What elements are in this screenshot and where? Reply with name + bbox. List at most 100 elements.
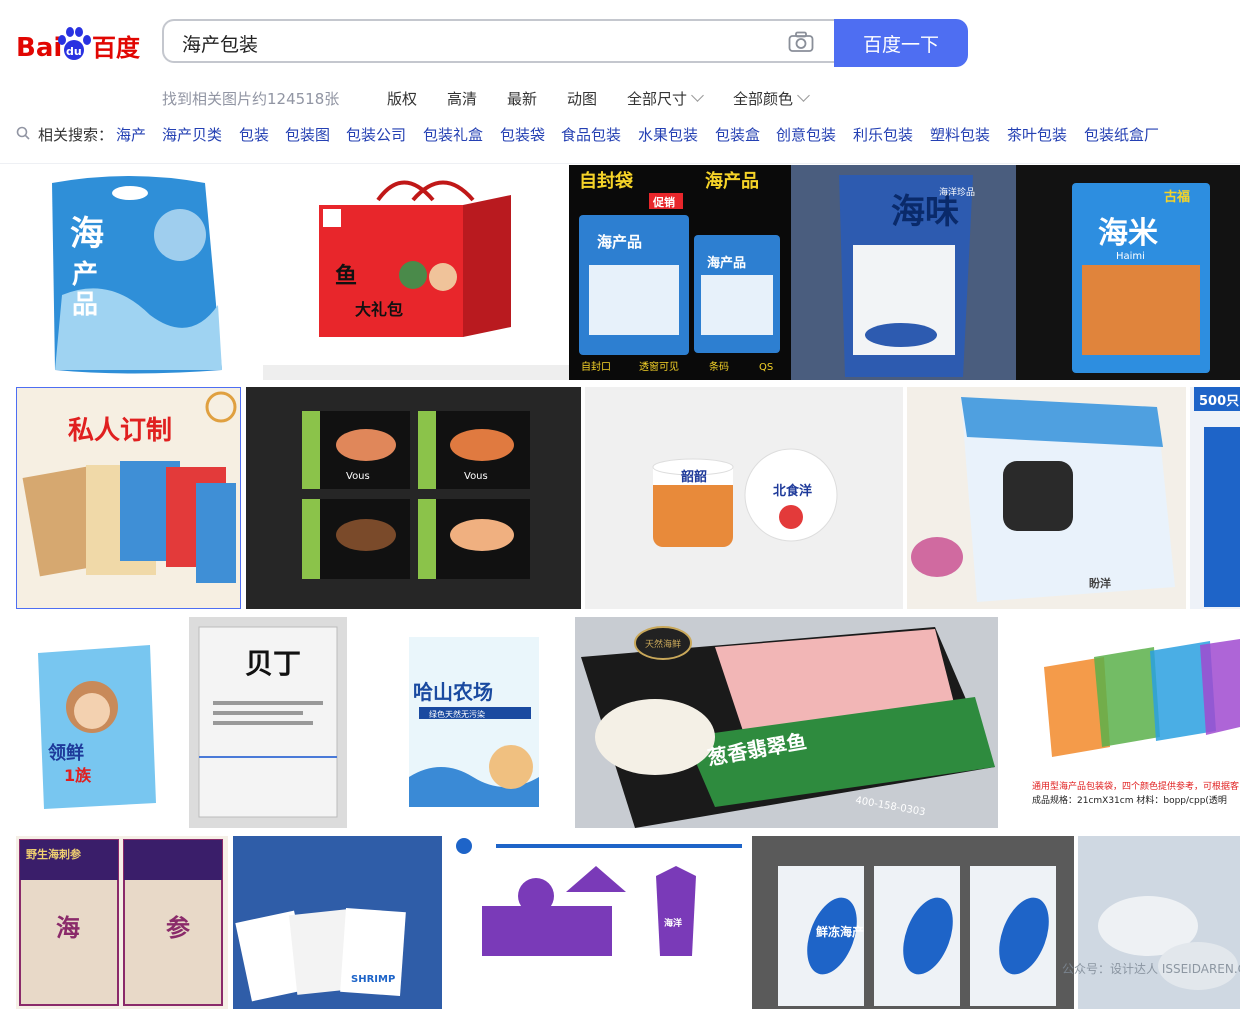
- image-title: 海洋: [664, 917, 682, 929]
- related-tag[interactable]: 利乐包装: [853, 124, 913, 145]
- baidu-logo[interactable]: Bai du 百度: [16, 22, 141, 66]
- image-title: 海产品: [707, 255, 746, 271]
- image-result[interactable]: Vous Vous: [246, 387, 581, 609]
- image-result[interactable]: 自封袋 海产品 海产品 海产品 促销 自封口 透窗可见 条码 QS: [569, 165, 791, 380]
- image-caption: Haimi: [1116, 251, 1145, 262]
- image-title: 贝丁: [245, 647, 301, 680]
- image-result[interactable]: 500只: [1190, 387, 1240, 609]
- related-tag[interactable]: 包装盒: [715, 124, 760, 145]
- image-result[interactable]: 盼洋: [907, 387, 1186, 609]
- search-input[interactable]: 海产包装: [162, 19, 834, 63]
- image-title: 哈山农场: [413, 680, 493, 704]
- image-result[interactable]: 私人订制: [16, 387, 241, 609]
- image-result[interactable]: 韶韶 北食洋: [585, 387, 903, 609]
- image-caption: QS: [759, 362, 773, 373]
- image-result[interactable]: 海洋: [446, 836, 748, 1009]
- filter-latest[interactable]: 最新: [507, 88, 537, 109]
- svg-text:百度: 百度: [92, 34, 140, 62]
- image-result[interactable]: 海米 Haimi 古福: [1016, 165, 1240, 380]
- image-title: 海味: [891, 192, 959, 232]
- image-result[interactable]: 海味 海洋珍品: [791, 165, 1016, 380]
- image-result[interactable]: 天然海鲜 葱香翡翠鱼 400-158-0303: [575, 617, 998, 828]
- related-tag[interactable]: 包装礼盒: [423, 124, 483, 145]
- image-result[interactable]: 通用型海产品包装袋，四个颜色提供参考，可根据客 成品规格：21cmX31cm 材…: [1004, 617, 1240, 828]
- related-tag[interactable]: 水果包装: [638, 124, 698, 145]
- related-tag[interactable]: 包装图: [285, 124, 330, 145]
- image-title: 产: [72, 260, 98, 290]
- image-caption: 条码: [709, 360, 729, 373]
- image-title: 参: [166, 914, 190, 942]
- image-caption: 成品规格：21cmX31cm 材料：bopp/cpp(透明: [1032, 794, 1227, 806]
- svg-text:Bai: Bai: [16, 33, 62, 63]
- related-tag[interactable]: 海产: [116, 124, 146, 145]
- image-title: 领鲜: [48, 742, 84, 764]
- brand-label: Vous: [346, 471, 370, 482]
- watermark: 公众号：设计达人 ISSEIDAREN.COM: [1062, 962, 1240, 976]
- svg-text:du: du: [66, 45, 82, 58]
- filter-size-dropdown[interactable]: 全部尺寸: [627, 88, 704, 109]
- image-title: 私人订制: [68, 416, 172, 446]
- related-tag[interactable]: 包装公司: [346, 124, 406, 145]
- filter-copyright[interactable]: 版权: [387, 88, 417, 109]
- image-result[interactable]: 野生海刺参 海 参: [16, 836, 228, 1009]
- image-title: 鲜冻海产: [816, 924, 864, 939]
- filter-label: 全部尺寸: [627, 90, 688, 108]
- result-count: 找到相关图片约124518张: [162, 90, 340, 108]
- image-title: 海: [70, 214, 104, 254]
- image-title: 海产品: [597, 233, 642, 251]
- image-title: 韶韶: [681, 469, 707, 485]
- search-button[interactable]: 百度一下: [834, 19, 968, 67]
- related-tag[interactable]: 海产贝类: [162, 124, 222, 145]
- brand-label: 盼洋: [1089, 576, 1111, 590]
- image-result[interactable]: 哈山农场 绿色天然无污染: [351, 617, 573, 828]
- filter-label: 全部颜色: [733, 90, 794, 108]
- image-caption: 通用型海产品包装袋，四个颜色提供参考，可根据客: [1032, 780, 1239, 792]
- filter-label: 版权: [387, 90, 418, 108]
- filter-hd[interactable]: 高清: [447, 88, 477, 109]
- chevron-down-icon: [691, 89, 704, 102]
- related-tag[interactable]: 包装纸盒厂: [1084, 124, 1159, 145]
- related-label: 相关搜索：: [38, 126, 114, 144]
- image-title: 野生海刺参: [26, 847, 82, 861]
- related-tag[interactable]: 创意包装: [776, 124, 836, 145]
- promo-tag: 促销: [652, 195, 675, 209]
- image-title: 海: [56, 914, 80, 942]
- image-result[interactable]: 领鲜 1族: [0, 617, 185, 828]
- image-result[interactable]: 海 产 品: [0, 165, 263, 380]
- related-tag[interactable]: 塑料包装: [930, 124, 990, 145]
- filter-label: 最新: [507, 90, 538, 108]
- image-title: 1族: [64, 766, 92, 785]
- image-caption: 自封口: [581, 360, 611, 373]
- image-result[interactable]: SHRIMP: [233, 836, 442, 1009]
- image-caption: 透窗可见: [639, 360, 679, 373]
- image-title: 海产品: [705, 170, 759, 192]
- related-tag[interactable]: 包装袋: [500, 124, 545, 145]
- image-title: 大礼包: [355, 300, 403, 319]
- image-title: 500只: [1199, 394, 1239, 409]
- divider: [0, 163, 1240, 164]
- image-result[interactable]: 鱼 大礼包: [263, 165, 569, 380]
- related-tag[interactable]: 包装: [239, 124, 269, 145]
- camera-icon[interactable]: [788, 31, 814, 53]
- image-title: 北食洋: [773, 483, 812, 499]
- image-title: SHRIMP: [351, 974, 395, 985]
- image-title: 海米: [1098, 216, 1158, 251]
- image-title: 自封袋: [579, 170, 634, 192]
- image-title: 鱼: [335, 263, 357, 289]
- related-tag[interactable]: 茶叶包装: [1007, 124, 1067, 145]
- filter-color-dropdown[interactable]: 全部颜色: [733, 88, 810, 109]
- filter-animated[interactable]: 动图: [567, 88, 597, 109]
- filter-label: 高清: [447, 90, 478, 108]
- brand-label: Vous: [464, 471, 488, 482]
- image-caption: 海洋珍品: [939, 186, 975, 198]
- image-result[interactable]: 鲜冻海产: [752, 836, 1074, 1009]
- brand-label: 古福: [1164, 189, 1190, 205]
- chevron-down-icon: [797, 89, 810, 102]
- brand-label: 天然海鲜: [645, 638, 681, 650]
- image-caption: 绿色天然无污染: [429, 709, 485, 719]
- image-result[interactable]: [1078, 836, 1240, 1009]
- image-result[interactable]: 贝丁: [189, 617, 347, 828]
- image-title: 品: [72, 290, 98, 320]
- related-tag[interactable]: 食品包装: [561, 124, 621, 145]
- search-query-text: 海产包装: [182, 34, 259, 56]
